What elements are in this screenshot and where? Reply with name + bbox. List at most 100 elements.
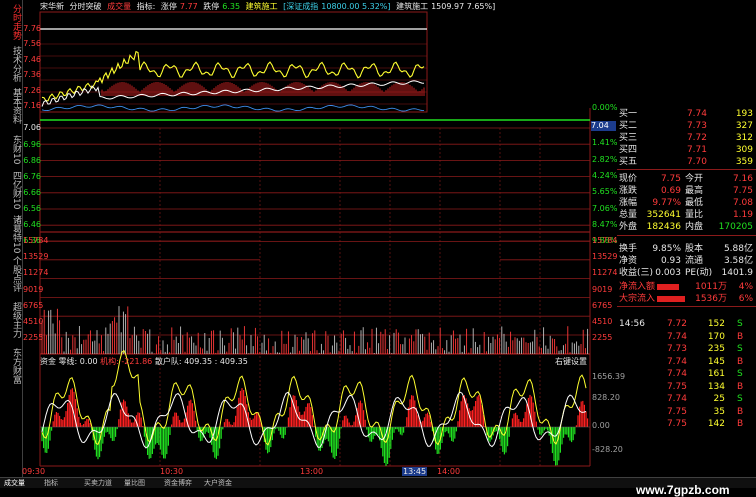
volume-label-right: 15784	[592, 236, 618, 245]
quote-row: 现价 7.75 今开 7.16	[617, 173, 756, 185]
tick-volume: 170	[707, 331, 725, 342]
fund-flow-pct: 6%	[738, 294, 753, 304]
tick-row: 7.74 25 S	[617, 393, 756, 405]
tick-side: S	[737, 369, 743, 379]
fund-header: 资金 零线: 0.00 机构: -221.86 散户队: 409.35 : 40…	[40, 356, 248, 367]
tick-row: 7.73 235 S	[617, 343, 756, 355]
quote-value: 7.75	[660, 174, 681, 184]
stats-value: 0.003	[655, 268, 681, 278]
order-label: 买五	[619, 157, 638, 167]
order-label: 买三	[619, 133, 638, 143]
fund-flow-label: 大宗流入	[619, 294, 656, 304]
tick-side: B	[737, 419, 744, 429]
quote-label2: 最高	[685, 186, 704, 196]
fund-axis-label: 1656.39	[592, 372, 626, 381]
stats-row: 换手 9.85% 股本 5.88亿	[617, 243, 756, 255]
fund-axis-label: -828.20	[592, 445, 623, 454]
site-watermark: www.7gpzb.com	[636, 483, 730, 497]
pct-label-right: 1.41%	[592, 138, 618, 147]
fund-flow-label: 净流入额	[619, 282, 656, 292]
quote-label: 涨跌	[619, 186, 638, 196]
tick-row: 7.74 170 B	[617, 331, 756, 343]
fund-axis-label: 0.00	[592, 421, 610, 430]
price-label-left: 7.56	[23, 39, 41, 48]
fund-flow-bars	[40, 349, 590, 466]
tick-side: S	[737, 394, 743, 404]
volume-label-right: 4510	[592, 317, 613, 326]
time-label: 13:45	[402, 467, 428, 476]
price-label-left: 6.96	[23, 140, 41, 149]
price-label-left: 7.26	[23, 86, 41, 95]
quote-value: 9.77%	[652, 198, 681, 208]
right-click-setting[interactable]: 右键设置	[555, 356, 587, 367]
stats-label2: 流通	[685, 256, 704, 266]
quote-label: 现价	[619, 174, 638, 184]
quote-row: 外盘 182436 内盘 170205	[617, 221, 756, 233]
quote-value: 0.69	[660, 186, 681, 196]
fund-label[interactable]: 资金	[40, 357, 56, 366]
quote-label2: 量比	[685, 210, 704, 220]
volume-label-left: 15784	[23, 236, 49, 245]
order-book-row: 买四 7.71 309	[617, 144, 756, 156]
quote-value2: 7.75	[732, 186, 753, 196]
stats-row: 净资 0.93 流通 3.58亿	[617, 255, 756, 267]
tick-price: 7.74	[666, 394, 687, 404]
tick-volume: 145	[707, 356, 725, 367]
tick-row: 14:56 7.72 152 S	[617, 318, 756, 330]
order-book-row: 买二 7.73 327	[617, 120, 756, 132]
fund-zero-line: 零线: 0.00	[58, 357, 98, 366]
volume-label-right: 13529	[592, 252, 618, 261]
pct-label-right: 0.00%	[592, 103, 618, 112]
stats-value2: 1401.9	[721, 268, 754, 278]
order-price: 7.74	[686, 109, 707, 119]
price-label-left: 7.46	[23, 55, 41, 64]
tick-volume: 134	[707, 381, 725, 392]
volume-label-left: 11274	[23, 268, 49, 277]
order-volume: 312	[735, 133, 753, 143]
quote-value: 182436	[646, 222, 681, 232]
price-inset-box	[39, 11, 428, 113]
fund-flow-pct: 4%	[738, 282, 753, 292]
quote-value2: 7.16	[732, 174, 753, 184]
stats-label: 净资	[619, 256, 638, 266]
stats-value2: 5.88亿	[723, 244, 753, 254]
tick-price: 7.72	[666, 319, 687, 329]
quote-value2: 1.19	[732, 210, 753, 220]
time-label: 09:30	[22, 467, 46, 476]
pct-label-right: 4.24%	[592, 171, 618, 180]
quote-value: 352641	[646, 210, 681, 220]
tick-volume: 161	[707, 369, 725, 379]
volume-label-left: 4510	[23, 317, 44, 326]
order-book-row: 买三 7.72 312	[617, 132, 756, 144]
price-label-left: 6.46	[23, 220, 41, 229]
stats-label2: 股本	[685, 244, 704, 254]
order-price: 7.72	[686, 133, 707, 143]
volume-bars	[41, 306, 589, 354]
tick-price: 7.74	[666, 369, 687, 379]
order-volume: 309	[735, 145, 753, 155]
price-label-left: 7.16	[23, 101, 41, 110]
tick-volume: 35	[713, 406, 725, 417]
pct-label-right: 2.82%	[592, 155, 618, 164]
order-price: 7.71	[686, 145, 707, 155]
volume-label-left: 9019	[23, 285, 44, 294]
quote-row: 总量 352641 量比 1.19	[617, 209, 756, 221]
pct-label-right: 7.06%	[592, 204, 618, 213]
quote-panel: 买一 7.74 193 买二 7.73 327 买三 7.72 312 买四 7.71 309 买五 7.…	[617, 108, 756, 487]
fund-flow-row: 大宗流入 1536万 6%	[617, 293, 756, 305]
quote-label: 外盘	[619, 222, 638, 232]
tick-side: S	[737, 344, 743, 354]
fund-flow-row: 净流入额 1011万 4%	[617, 281, 756, 293]
order-volume: 193	[735, 109, 753, 119]
price-label-left: 7.06	[23, 123, 41, 132]
order-price: 7.70	[686, 157, 707, 167]
fund-retail: 散户队: 409.35 : 409.35	[154, 357, 248, 366]
tick-volume: 142	[707, 419, 725, 429]
quote-label: 总量	[619, 210, 638, 220]
order-volume: 359	[735, 157, 753, 167]
volume-label-left: 13529	[23, 252, 49, 261]
quote-label2: 今开	[685, 174, 704, 184]
current-price-marker: 7.04	[591, 121, 616, 131]
stats-label2: PE(动)	[685, 268, 713, 278]
intraday-chart[interactable]	[0, 0, 617, 477]
